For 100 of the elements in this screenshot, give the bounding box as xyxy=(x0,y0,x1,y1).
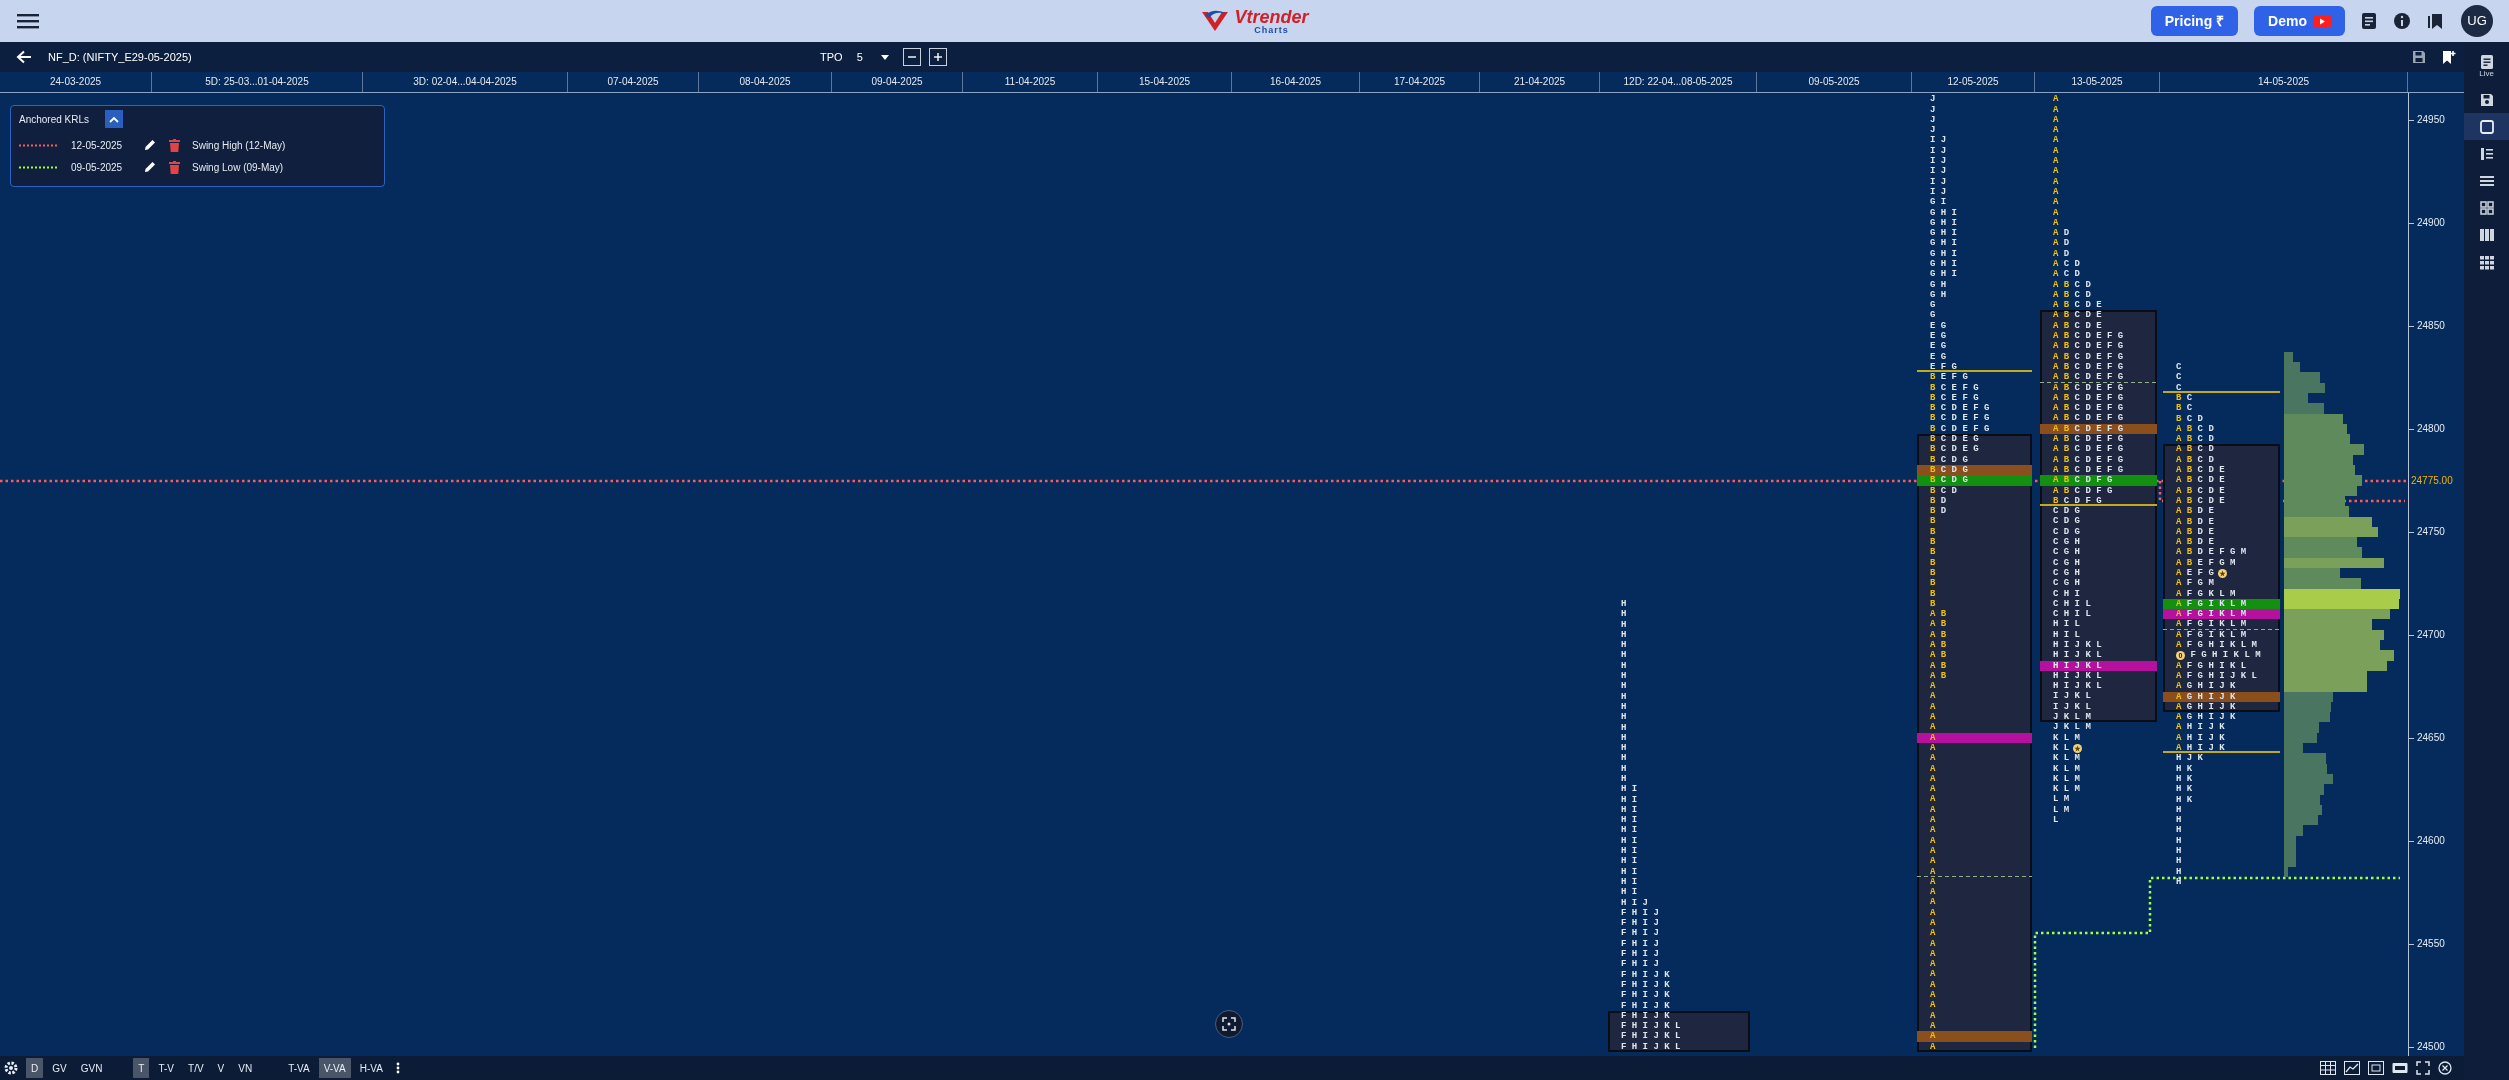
tpo-letters: B xyxy=(1930,567,1936,579)
tpo-letters: B xyxy=(1930,557,1936,568)
mode-button[interactable]: H-VA xyxy=(354,1058,388,1078)
table-icon[interactable] xyxy=(2320,1061,2336,1075)
close-icon[interactable] xyxy=(2438,1061,2452,1075)
tpo-letters: C D E F G xyxy=(2074,382,2124,393)
tpo-letters: H I xyxy=(1621,876,1638,888)
price-label: 24900 xyxy=(2417,217,2445,229)
tpo-letters: F H I J xyxy=(1621,949,1659,960)
tpo-letters: C D E F G xyxy=(2074,341,2124,352)
apps-icon[interactable] xyxy=(2478,253,2495,270)
more-icon[interactable] xyxy=(395,1062,400,1074)
document-icon[interactable] xyxy=(2361,12,2377,30)
tpo-letters: B xyxy=(2053,495,2059,507)
list-icon[interactable] xyxy=(2478,145,2495,162)
tpo-letters: A xyxy=(2053,114,2059,126)
mode-button[interactable]: V-VA xyxy=(318,1058,351,1078)
current-price-label: 24775.00 xyxy=(2411,475,2453,487)
tpo-letters: I J xyxy=(1930,145,1947,157)
mode-button[interactable]: GV xyxy=(47,1058,72,1078)
tpo-letters: H K xyxy=(2176,784,2193,795)
line-chart-icon[interactable] xyxy=(2344,1061,2360,1075)
tpo-letters: C D E F G xyxy=(2074,331,2124,342)
tpo-letters: C xyxy=(2186,403,2193,414)
mode-button[interactable]: T xyxy=(133,1058,150,1078)
demo-button[interactable]: Demo xyxy=(2254,6,2345,36)
tpo-letters: H xyxy=(2176,846,2182,857)
tpo-letters: A xyxy=(2176,712,2182,723)
collapse-button[interactable] xyxy=(105,110,124,128)
square-icon[interactable] xyxy=(2478,118,2495,135)
mode-button[interactable]: V xyxy=(212,1058,230,1078)
menu-icon[interactable] xyxy=(16,12,40,30)
date-header: 16-04-2025 xyxy=(1232,72,1360,92)
avatar[interactable]: UG xyxy=(2461,5,2493,37)
recenter-button[interactable] xyxy=(1215,1010,1243,1038)
tpo-letters: F H I J K xyxy=(1621,990,1670,1001)
tpo-letters: H I J K L xyxy=(2053,681,2102,692)
tpo-letters: G H I xyxy=(1930,207,1957,218)
tpo-letters: C D xyxy=(2074,279,2091,290)
tpo-letters: H xyxy=(1621,629,1627,641)
tpo-letters: F G M xyxy=(2186,578,2214,589)
tpo-letters: C D E xyxy=(2197,495,2225,507)
zoom-in-button[interactable] xyxy=(928,48,947,66)
tpo-letters: A xyxy=(1930,835,1936,846)
tpo-letters: H I J K xyxy=(2186,732,2225,744)
fullscreen-icon[interactable] xyxy=(2416,1061,2430,1075)
columns-icon[interactable] xyxy=(2478,226,2495,243)
edit-icon[interactable] xyxy=(143,160,157,174)
tpo-letters: A B xyxy=(2053,372,2070,383)
edit-icon[interactable] xyxy=(143,138,157,152)
mode-button[interactable]: GVN xyxy=(75,1058,108,1078)
date-header: 15-04-2025 xyxy=(1098,72,1232,92)
info-icon[interactable] xyxy=(2393,12,2411,30)
tpo-letters: H xyxy=(2176,825,2182,836)
tpo-letters: A xyxy=(1930,1010,1936,1021)
save-icon[interactable] xyxy=(2412,50,2426,64)
tpo-letters: A xyxy=(1930,887,1936,898)
tpo-letters: C D xyxy=(2063,259,2080,270)
tpo-letters: F H I J xyxy=(1621,938,1659,950)
crosshair-icon xyxy=(1222,1017,1236,1031)
tpo-letters: C D E F G xyxy=(2074,464,2124,476)
tpo-letters: C D E F G xyxy=(2074,444,2124,455)
grid-icon[interactable] xyxy=(2478,199,2495,216)
settings-icon[interactable] xyxy=(4,1061,18,1075)
mode-button[interactable]: T/V xyxy=(183,1058,209,1078)
tpo-letters: B xyxy=(2176,392,2182,404)
tpo-letters: H I xyxy=(1621,804,1638,816)
tpo-letters: F G H I K L M xyxy=(2186,640,2257,651)
notes-icon[interactable] xyxy=(2478,54,2495,70)
video-icon xyxy=(2313,14,2331,28)
back-arrow-icon[interactable] xyxy=(16,50,32,64)
mode-button[interactable]: VN xyxy=(233,1058,258,1078)
tpo-letters: A B xyxy=(1930,640,1947,651)
panel-icon[interactable] xyxy=(2392,1061,2408,1075)
bookmark-icon[interactable] xyxy=(2427,12,2445,30)
tpo-letters: D E xyxy=(2197,526,2214,538)
tpo-letters: A B xyxy=(2053,434,2070,445)
tpo-letters: C D E F G xyxy=(2074,403,2124,414)
tpo-letters: G H I J K xyxy=(2186,691,2236,702)
mode-button[interactable]: T-VA xyxy=(283,1058,315,1078)
screenshot-icon[interactable] xyxy=(2368,1061,2384,1075)
tpo-letters: C D E F G xyxy=(2074,392,2124,404)
tpo-letters: A B xyxy=(2053,382,2070,393)
date-header: 17-04-2025 xyxy=(1360,72,1480,92)
pricing-button[interactable]: Pricing ₹ xyxy=(2150,6,2239,36)
mode-button[interactable]: D xyxy=(26,1058,44,1078)
tpo-size-dropdown[interactable]: 5 xyxy=(850,48,895,66)
tpo-letters: H xyxy=(1621,753,1627,764)
save-icon[interactable] xyxy=(2478,91,2495,108)
mode-button[interactable]: T-V xyxy=(153,1058,180,1078)
tpo-letters: A B xyxy=(2176,485,2193,496)
trash-icon[interactable] xyxy=(169,138,180,152)
tpo-letters: A xyxy=(1930,742,1936,754)
symbol-name: NF_D: (NIFTY_E29-05-2025) xyxy=(48,49,192,65)
tpo-letters: A B xyxy=(2176,495,2193,507)
tpo-letters: B xyxy=(1930,382,1936,393)
tpo-letters: H xyxy=(2176,876,2182,888)
bookmark-add-icon[interactable] xyxy=(2442,49,2456,65)
zoom-out-button[interactable] xyxy=(902,48,921,66)
trash-icon[interactable] xyxy=(169,160,180,174)
